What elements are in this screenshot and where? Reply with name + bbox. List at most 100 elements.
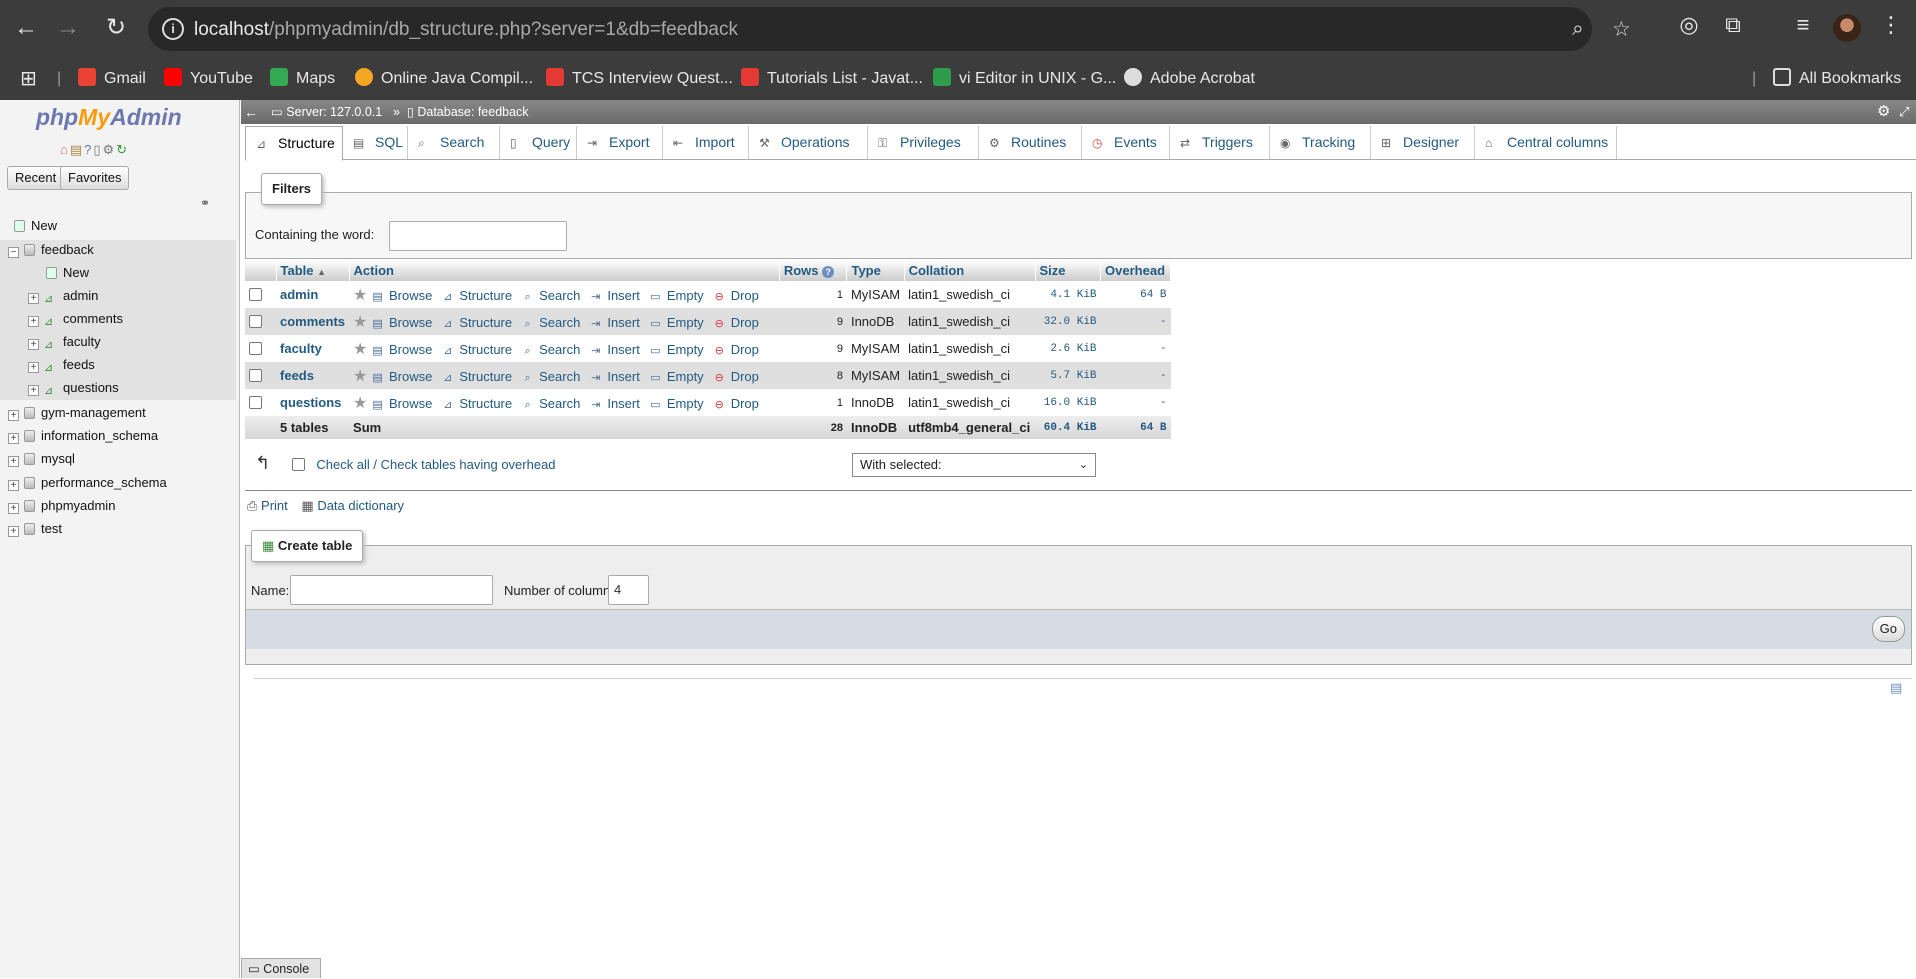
expand-icon[interactable]: +: [8, 433, 19, 444]
header-collation[interactable]: Collation: [904, 260, 1036, 281]
go-button[interactable]: Go: [1871, 616, 1905, 642]
header-overhead[interactable]: Overhead: [1100, 260, 1171, 281]
favorite-star-icon[interactable]: ★: [353, 395, 367, 412]
filter-input[interactable]: [389, 221, 567, 251]
action-empty-link[interactable]: ▭ Empty: [649, 396, 704, 411]
action-drop-link[interactable]: ⊖ Drop: [713, 288, 759, 303]
tree-new-table[interactable]: New: [46, 263, 89, 283]
action-insert-link[interactable]: ⇥ Insert: [589, 288, 640, 303]
table-name-link[interactable]: faculty: [276, 335, 350, 362]
header-rows[interactable]: Rows ?: [779, 260, 848, 281]
tree-new-database[interactable]: New: [14, 216, 57, 236]
console-toggle[interactable]: ▭ Console: [241, 958, 321, 978]
header-type[interactable]: Type: [846, 260, 905, 281]
tab-privileges[interactable]: ⚿ Privileges: [868, 126, 979, 159]
tree-table-questions[interactable]: + ⊿ questions: [28, 378, 119, 398]
action-drop-link[interactable]: ⊖ Drop: [713, 396, 759, 411]
sql-query-icon[interactable]: ▤: [70, 142, 84, 157]
row-size[interactable]: 32.0 KiB: [1035, 308, 1101, 335]
bookmark-online-java[interactable]: Online Java Compil...: [355, 67, 533, 91]
url-text[interactable]: localhost/phpmyadmin/db_structure.php?se…: [194, 19, 738, 41]
action-browse-link[interactable]: ▤ Browse: [371, 396, 432, 411]
action-search-link[interactable]: ⌕ Search: [521, 396, 581, 411]
table-name-input[interactable]: [290, 575, 493, 605]
row-size[interactable]: 4.1 KiB: [1035, 281, 1101, 308]
create-table-legend[interactable]: ▦ Create table: [251, 530, 364, 562]
settings-gear-icon[interactable]: ⚙: [103, 142, 117, 157]
collapse-top-icon[interactable]: ⤢: [1899, 100, 1909, 124]
row-size[interactable]: 5.7 KiB: [1035, 362, 1101, 389]
bookmark-adobe[interactable]: Adobe Acrobat: [1124, 67, 1255, 91]
tab-designer[interactable]: ⊞ Designer: [1371, 126, 1475, 159]
action-empty-link[interactable]: ▭ Empty: [649, 315, 704, 330]
tab-search[interactable]: ⌕ Search: [408, 126, 500, 159]
header-size[interactable]: Size: [1035, 260, 1102, 281]
action-search-link[interactable]: ⌕ Search: [521, 342, 581, 357]
site-info-icon[interactable]: i: [162, 18, 184, 40]
tree-db-phpmyadmin[interactable]: + phpmyadmin: [8, 496, 115, 516]
action-insert-link[interactable]: ⇥ Insert: [589, 315, 640, 330]
media-control-icon[interactable]: ≡: [1787, 12, 1819, 38]
table-name-link[interactable]: comments: [276, 308, 350, 335]
expand-icon[interactable]: +: [8, 456, 19, 467]
recent-button[interactable]: Recent: [7, 166, 65, 190]
action-search-link[interactable]: ⌕ Search: [521, 315, 581, 330]
row-size[interactable]: 16.0 KiB: [1035, 389, 1101, 416]
docs-icon[interactable]: ▯: [93, 142, 102, 157]
action-empty-link[interactable]: ▭ Empty: [649, 369, 704, 384]
favorite-star-icon[interactable]: ★: [353, 314, 367, 331]
row-checkbox[interactable]: [249, 342, 262, 355]
favorite-star-icon[interactable]: ★: [353, 368, 367, 385]
action-search-link[interactable]: ⌕ Search: [521, 288, 581, 303]
table-name-link[interactable]: feeds: [276, 362, 350, 389]
with-selected-dropdown[interactable]: With selected: ⌄: [852, 453, 1096, 477]
table-name-link[interactable]: admin: [276, 281, 350, 308]
settings-gear-icon[interactable]: ⚙: [1877, 100, 1890, 124]
row-checkbox[interactable]: [249, 315, 262, 328]
tree-db-information-schema[interactable]: + information_schema: [8, 426, 158, 446]
tree-db-gym-management[interactable]: + gym-management: [8, 403, 146, 423]
bookmark-star-icon[interactable]: ☆: [1612, 17, 1631, 42]
check-all-checkbox[interactable]: [291, 458, 305, 471]
favorites-button[interactable]: Favorites: [60, 166, 130, 190]
bookmark-gmail[interactable]: Gmail: [78, 67, 146, 91]
expand-icon[interactable]: +: [8, 480, 19, 491]
bookmark-youtube[interactable]: YouTube: [164, 67, 253, 91]
reload-nav-icon[interactable]: ↻: [116, 142, 129, 157]
expand-icon[interactable]: +: [8, 410, 19, 421]
expand-icon[interactable]: +: [28, 362, 39, 373]
action-drop-link[interactable]: ⊖ Drop: [713, 342, 759, 357]
reload-icon[interactable]: ↻: [100, 12, 132, 44]
action-structure-link[interactable]: ⊿ Structure: [441, 396, 512, 411]
action-insert-link[interactable]: ⇥ Insert: [589, 342, 640, 357]
action-structure-link[interactable]: ⊿ Structure: [441, 288, 512, 303]
action-drop-link[interactable]: ⊖ Drop: [713, 369, 759, 384]
action-structure-link[interactable]: ⊿ Structure: [441, 369, 512, 384]
expand-icon[interactable]: +: [28, 316, 39, 327]
tree-db-test[interactable]: + test: [8, 519, 62, 539]
favorite-star-icon[interactable]: ★: [353, 287, 367, 304]
tab-central-columns[interactable]: ⌂ Central columns: [1475, 126, 1617, 159]
page-settings-icon[interactable]: ▤: [1890, 680, 1902, 696]
tab-query[interactable]: ▯ Query: [500, 126, 577, 159]
back-icon[interactable]: ←: [10, 12, 42, 44]
action-browse-link[interactable]: ▤ Browse: [371, 315, 432, 330]
check-all-link[interactable]: Check all / Check tables having overhead: [316, 457, 555, 472]
apps-grid-icon[interactable]: ⊞: [20, 67, 37, 91]
action-browse-link[interactable]: ▤ Browse: [371, 342, 432, 357]
favorite-star-icon[interactable]: ★: [353, 341, 367, 358]
expand-icon[interactable]: +: [8, 526, 19, 537]
expand-icon[interactable]: +: [28, 293, 39, 304]
data-dictionary-link[interactable]: Data dictionary: [317, 498, 404, 513]
expand-icon[interactable]: +: [28, 385, 39, 396]
tab-operations[interactable]: ⚒ Operations: [749, 126, 868, 159]
print-link[interactable]: Print: [261, 498, 288, 513]
tab-structure[interactable]: ⊿ Structure: [245, 126, 343, 161]
help-icon[interactable]: ?: [822, 266, 835, 278]
extension-target-icon[interactable]: ◎: [1673, 12, 1705, 38]
action-structure-link[interactable]: ⊿ Structure: [441, 342, 512, 357]
zoom-icon[interactable]: ⌕: [1572, 17, 1584, 41]
breadcrumb-server[interactable]: ▭ Server: 127.0.0.1: [271, 100, 382, 124]
table-name-link[interactable]: questions: [276, 389, 350, 416]
collapse-icon[interactable]: −: [8, 247, 19, 258]
